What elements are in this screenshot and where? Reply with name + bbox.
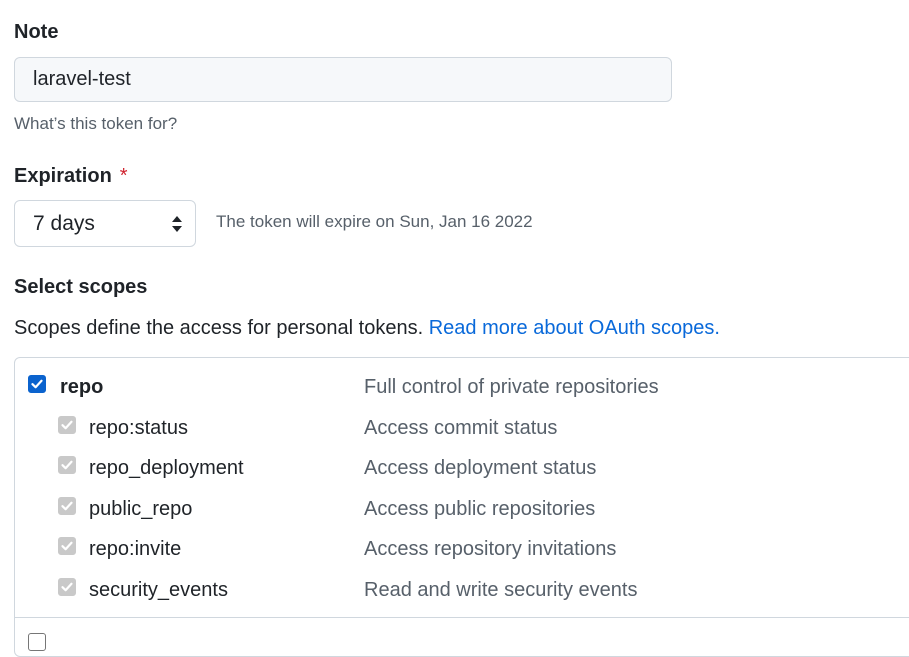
scope-row-repo-deployment: repo_deployment Access deployment status: [0, 455, 909, 485]
note-hint: What’s this token for?: [14, 114, 178, 133]
repo-status-checkbox[interactable]: [58, 416, 76, 434]
scopes-description-text: Scopes define the access for personal to…: [14, 317, 424, 339]
check-icon: [61, 541, 73, 551]
check-icon: [61, 460, 73, 470]
note-label: Note: [14, 21, 59, 43]
scope-desc-repo-invite: Access repository invitations: [364, 538, 617, 560]
scope-desc-repo: Full control of private repositories: [364, 376, 659, 398]
security-events-checkbox[interactable]: [58, 578, 76, 596]
oauth-scopes-link[interactable]: Read more about OAuth scopes.: [429, 317, 720, 339]
scope-desc-repo-deployment: Access deployment status: [364, 457, 597, 479]
scope-divider: [14, 617, 909, 618]
scope-desc-public-repo: Access public repositories: [364, 498, 596, 520]
next-scope-checkbox[interactable]: [28, 633, 46, 651]
expiration-label-text: Expiration: [14, 165, 112, 187]
scope-name-repo-deployment: repo_deployment: [89, 457, 244, 479]
repo-invite-checkbox[interactable]: [58, 537, 76, 555]
note-input[interactable]: [14, 57, 672, 102]
check-icon: [61, 420, 73, 430]
scope-name-security-events: security_events: [89, 579, 228, 601]
public-repo-checkbox[interactable]: [58, 497, 76, 515]
scope-row-public-repo: public_repo Access public repositories: [0, 496, 909, 526]
expiration-select[interactable]: 7 days: [14, 200, 196, 247]
select-arrows-icon: [172, 216, 182, 232]
scope-row-repo-invite: repo:invite Access repository invitation…: [0, 536, 909, 566]
scope-row-repo: repo Full control of private repositorie…: [0, 374, 909, 404]
expiration-note: The token will expire on Sun, Jan 16 202…: [216, 212, 533, 231]
required-mark: *: [119, 165, 128, 187]
scope-desc-repo-status: Access commit status: [364, 417, 558, 439]
check-icon: [61, 501, 73, 511]
check-icon: [61, 582, 73, 592]
select-scopes-heading: Select scopes: [14, 276, 148, 298]
expiration-label: Expiration *: [14, 166, 128, 186]
scope-name-repo: repo: [60, 376, 104, 398]
expiration-selected-value: 7 days: [33, 211, 95, 235]
scope-desc-security-events: Read and write security events: [364, 579, 638, 601]
check-icon: [31, 379, 43, 389]
repo-deployment-checkbox[interactable]: [58, 456, 76, 474]
scope-row-repo-status: repo:status Access commit status: [0, 415, 909, 445]
repo-checkbox[interactable]: [28, 375, 46, 393]
scope-name-repo-status: repo:status: [89, 417, 188, 439]
scope-name-public-repo: public_repo: [89, 498, 193, 520]
scope-row-security-events: security_events Read and write security …: [0, 577, 909, 607]
scopes-description: Scopes define the access for personal to…: [14, 318, 720, 338]
scope-name-repo-invite: repo:invite: [89, 538, 182, 560]
